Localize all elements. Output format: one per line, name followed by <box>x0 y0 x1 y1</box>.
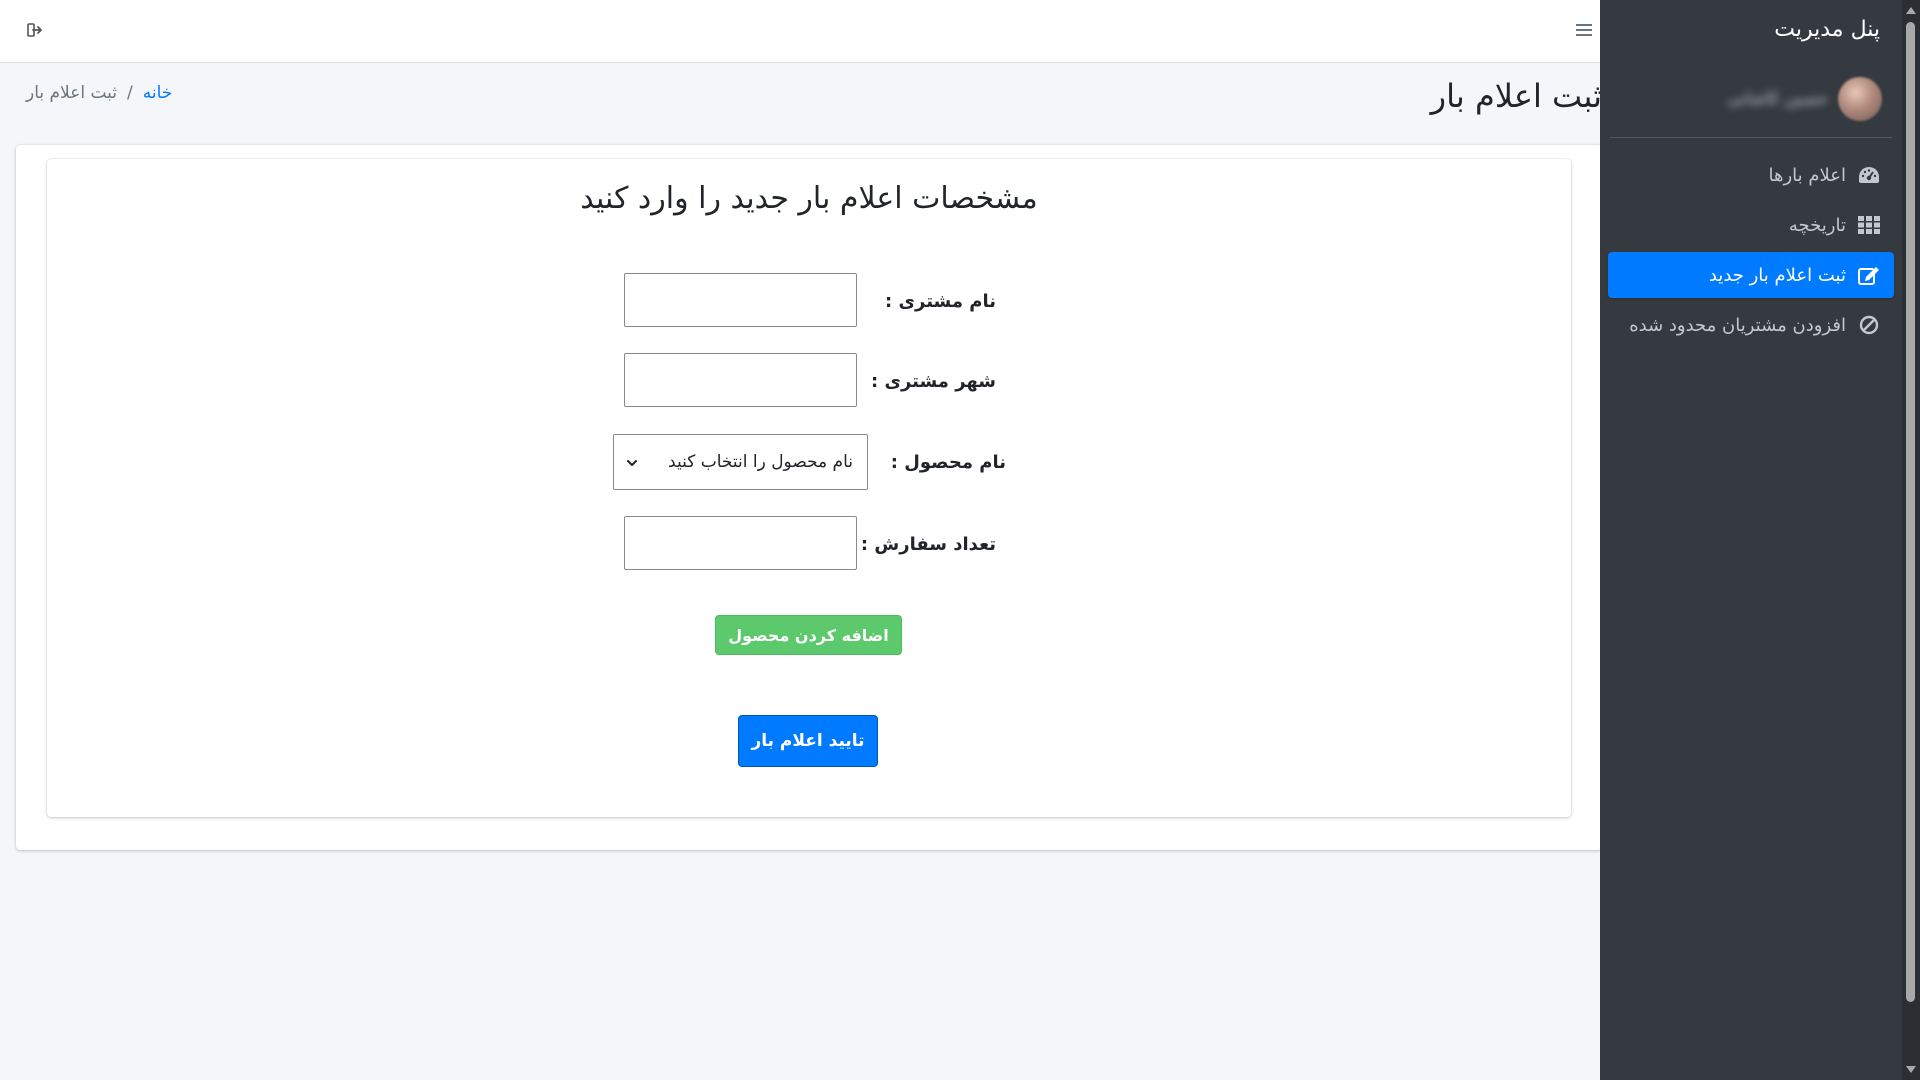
sidebar-item-label: ثبت اعلام بار جدید <box>1708 264 1846 286</box>
sidebar-item-restricted-customers[interactable]: افزودن مشتریان محدود شده <box>1608 302 1894 348</box>
top-navbar <box>0 0 1620 63</box>
sidebar-item-label: اعلام بارها <box>1768 164 1846 186</box>
breadcrumb: خانه / ثبت اعلام بار <box>26 83 172 103</box>
scroll-down-arrow[interactable] <box>1906 1066 1916 1073</box>
chevron-down-icon <box>626 452 638 472</box>
sidebar-item-cargo-announcements[interactable]: اعلام بارها <box>1608 152 1894 198</box>
add-product-button[interactable]: اضافه کردن محصول <box>715 615 902 655</box>
user-panel: حسین کاشانی <box>1610 60 1892 138</box>
page-title: ثبت اعلام بار <box>1430 77 1602 115</box>
content-header: ثبت اعلام بار خانه / ثبت اعلام بار <box>0 63 1620 141</box>
customer-name-label: نام مشتری : <box>885 291 996 312</box>
logout-button[interactable] <box>22 18 48 44</box>
edit-icon <box>1856 265 1882 285</box>
product-row: نام محصول : نام محصول را انتخاب کنید <box>47 434 1571 494</box>
customer-city-input[interactable] <box>624 353 857 407</box>
product-select-value: نام محصول را انتخاب کنید <box>668 452 853 472</box>
main-card: مشخصات اعلام بار جدید را وارد کنید نام م… <box>16 145 1602 850</box>
form-title: مشخصات اعلام بار جدید را وارد کنید <box>580 181 1038 216</box>
product-label: نام محصول : <box>890 452 1006 473</box>
ban-icon <box>1856 315 1882 335</box>
sidebar-item-new-cargo[interactable]: ثبت اعلام بار جدید <box>1608 252 1894 298</box>
form-card: مشخصات اعلام بار جدید را وارد کنید نام م… <box>47 159 1571 817</box>
scroll-thumb[interactable] <box>1906 22 1915 1002</box>
quantity-label: تعداد سفارش : <box>860 534 996 555</box>
dashboard-gauge-icon <box>1856 166 1882 184</box>
customer-name-row: نام مشتری : <box>47 273 1571 333</box>
quantity-input[interactable] <box>624 516 857 570</box>
sidebar-nav: اعلام بارها تاریخچه ثبت اعلام بار جدید ا… <box>1600 152 1902 348</box>
product-select[interactable]: نام محصول را انتخاب کنید <box>613 434 868 490</box>
breadcrumb-current: ثبت اعلام بار <box>26 83 118 103</box>
submit-cargo-button[interactable]: تایید اعلام بار <box>738 715 878 767</box>
user-name[interactable]: حسین کاشانی <box>1727 89 1828 109</box>
sidebar-item-label: تاریخچه <box>1788 214 1846 236</box>
breadcrumb-separator: / <box>127 83 133 103</box>
avatar[interactable] <box>1838 76 1882 121</box>
hamburger-menu-icon <box>1576 22 1592 41</box>
brand-title[interactable]: پنل مدیریت <box>1600 0 1902 60</box>
sidebar-item-label: افزودن مشتریان محدود شده <box>1629 314 1846 336</box>
sidebar-toggle-button[interactable] <box>1570 17 1598 45</box>
customer-city-label: شهر مشتری : <box>870 371 996 392</box>
quantity-row: تعداد سفارش : <box>47 516 1571 576</box>
page-scrollbar[interactable] <box>1902 0 1920 1080</box>
logout-icon <box>27 22 43 41</box>
grid-icon <box>1856 216 1882 234</box>
sidebar: پنل مدیریت حسین کاشانی اعلام بارها تاریخ… <box>1600 0 1902 1080</box>
scroll-up-arrow[interactable] <box>1906 7 1916 14</box>
customer-city-row: شهر مشتری : <box>47 353 1571 413</box>
sidebar-item-history[interactable]: تاریخچه <box>1608 202 1894 248</box>
customer-name-input[interactable] <box>624 273 857 327</box>
breadcrumb-home-link[interactable]: خانه <box>143 83 173 103</box>
